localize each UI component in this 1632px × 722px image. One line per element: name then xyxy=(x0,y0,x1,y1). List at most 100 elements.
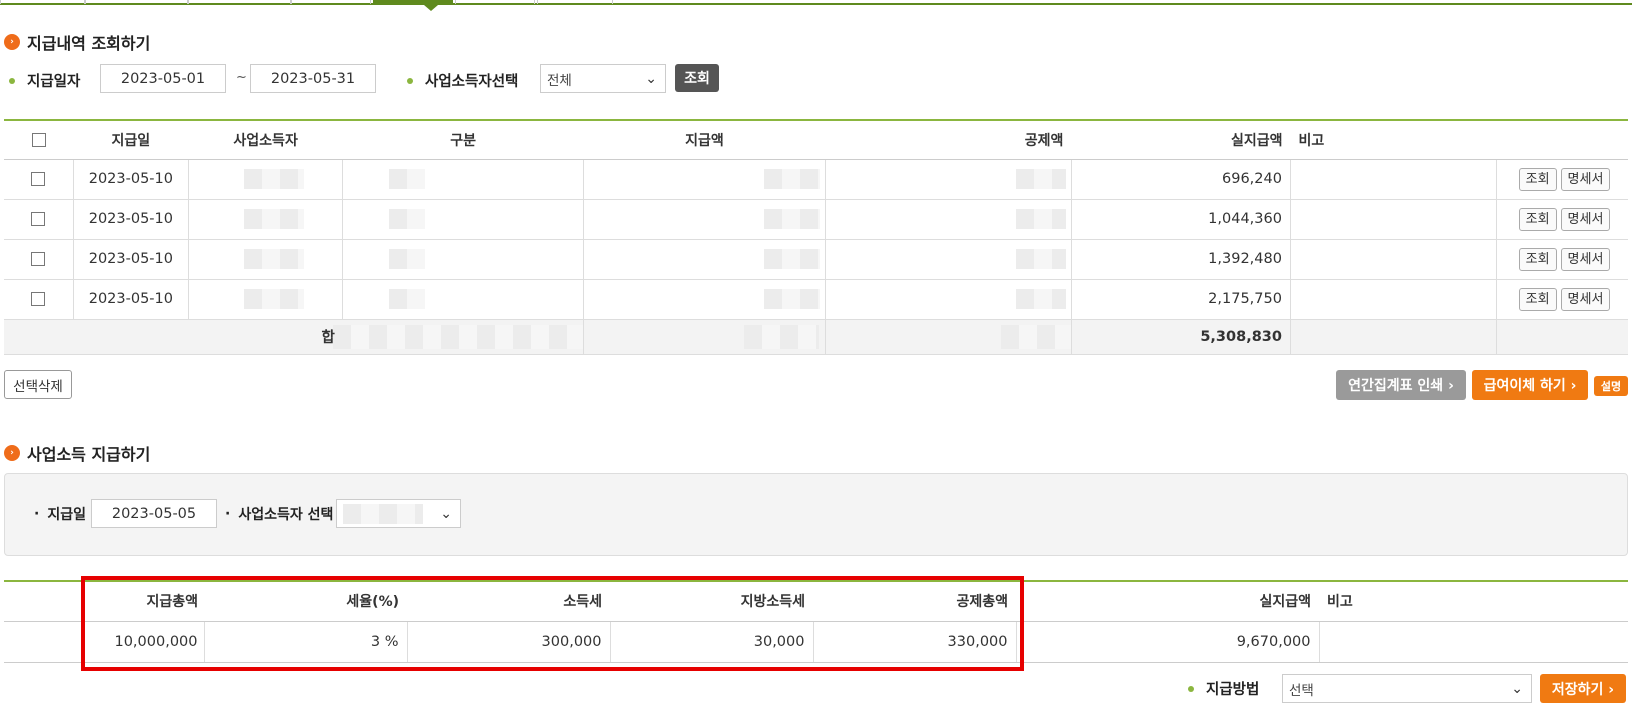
row-net: 1,044,360 xyxy=(1071,199,1291,240)
chevron-down-icon: ⌄ xyxy=(1511,680,1523,697)
chevron-right-circle-icon: › xyxy=(4,34,20,50)
calc-header-note: 비고 xyxy=(1319,582,1628,622)
salary-transfer-button[interactable]: 급여이체 하기 › xyxy=(1472,370,1588,400)
row-select-cell[interactable] xyxy=(4,239,74,280)
search-button[interactable]: 조회 xyxy=(675,64,719,92)
chevron-down-icon: ⌄ xyxy=(440,505,452,522)
sum-label: 합 xyxy=(4,319,343,355)
row-deduction-redacted xyxy=(825,239,1072,280)
date-from-input[interactable]: 2023-05-01 xyxy=(100,64,226,93)
sum-note xyxy=(1290,319,1498,355)
row-type-redacted xyxy=(342,159,584,200)
pay-earner-label-text: 사업소득자 선택 xyxy=(238,506,334,523)
row-view-button[interactable]: 조회 xyxy=(1518,207,1557,231)
row-date: 2023-05-10 xyxy=(73,159,189,200)
col-header-pay: 지급액 xyxy=(583,121,826,160)
table-row: 2023-05-10 2,175,750 조회 명세서 xyxy=(4,279,1628,320)
row-net: 2,175,750 xyxy=(1071,279,1291,320)
row-date: 2023-05-10 xyxy=(73,279,189,320)
dot-icon: · xyxy=(34,505,40,522)
col-header-earner: 사업소득자 xyxy=(188,121,343,160)
pay-earner-select[interactable]: ⌄ xyxy=(336,499,461,528)
pay-earner-label: · 사업소득자 선택 xyxy=(225,499,333,528)
row-statement-button[interactable]: 명세서 xyxy=(1560,207,1611,231)
row-note xyxy=(1290,159,1498,200)
tab-7[interactable] xyxy=(537,0,613,4)
pay-method-label-text: 지급방법 xyxy=(1206,682,1260,698)
earner-select[interactable]: 전체 ⌄ xyxy=(540,64,666,93)
pay-date-label-text: 지급일자 xyxy=(27,74,81,90)
row-pay-redacted xyxy=(583,279,826,320)
tab-2[interactable] xyxy=(85,0,188,4)
col-header-actions xyxy=(1496,121,1628,160)
select-all-checkbox[interactable] xyxy=(31,132,46,147)
row-checkbox[interactable] xyxy=(31,172,46,186)
pay-date-input[interactable]: 2023-05-05 xyxy=(91,499,217,528)
tab-1[interactable] xyxy=(0,0,85,4)
table-row: 2023-05-10 1,044,360 조회 명세서 xyxy=(4,199,1628,240)
pay-section-title: › 사업소득 지급하기 xyxy=(4,441,150,465)
active-tab-arrow-icon xyxy=(424,5,438,11)
row-actions: 조회 명세서 xyxy=(1496,199,1628,240)
earner-select-label-text: 사업소득자선택 xyxy=(425,74,519,90)
row-statement-button[interactable]: 명세서 xyxy=(1560,287,1611,311)
row-checkbox[interactable] xyxy=(31,212,46,226)
chevron-right-circle-icon: › xyxy=(4,445,20,461)
table-row: 2023-05-10 1,392,480 조회 명세서 xyxy=(4,239,1628,280)
calc-header-net: 실지급액 xyxy=(1016,582,1319,622)
table-row: 2023-05-10 696,240 조회 명세서 xyxy=(4,159,1628,200)
row-net: 1,392,480 xyxy=(1071,239,1291,280)
col-header-note: 비고 xyxy=(1290,121,1497,160)
pay-date-label: 지급일자 xyxy=(9,66,80,95)
date-to-input[interactable]: 2023-05-31 xyxy=(250,64,376,93)
row-checkbox[interactable] xyxy=(31,252,46,266)
row-earner-redacted xyxy=(188,239,344,280)
row-statement-button[interactable]: 명세서 xyxy=(1560,167,1611,191)
row-type-redacted xyxy=(342,239,584,280)
row-pay-redacted xyxy=(583,159,826,200)
row-earner-redacted xyxy=(188,279,344,320)
col-header-net: 실지급액 xyxy=(1071,121,1291,160)
calc-note-value xyxy=(1319,621,1628,663)
pay-method-select[interactable]: 선택 ⌄ xyxy=(1282,674,1532,703)
row-select-cell[interactable] xyxy=(4,159,74,200)
row-date: 2023-05-10 xyxy=(73,239,189,280)
tab-4[interactable] xyxy=(291,0,371,4)
bullet-icon xyxy=(407,77,413,84)
row-deduction-redacted xyxy=(825,199,1072,240)
row-pay-redacted xyxy=(583,199,826,240)
row-deduction-redacted xyxy=(825,159,1072,200)
earner-select-value: 전체 xyxy=(547,72,572,89)
row-select-cell[interactable] xyxy=(4,279,74,320)
sum-deduction-redacted xyxy=(825,319,1072,355)
col-header-date: 지급일 xyxy=(73,121,189,160)
row-select-cell[interactable] xyxy=(4,199,74,240)
row-actions: 조회 명세서 xyxy=(1496,159,1628,200)
row-note xyxy=(1290,239,1498,280)
annual-print-button[interactable]: 연간집계표 인쇄 › xyxy=(1336,370,1466,400)
save-button[interactable]: 저장하기 › xyxy=(1540,674,1626,703)
row-pay-redacted xyxy=(583,239,826,280)
row-earner-redacted xyxy=(188,199,344,240)
date-separator: ~ xyxy=(236,70,247,85)
sum-row: 합 5,308,830 xyxy=(4,319,1628,355)
tab-3[interactable] xyxy=(188,0,291,4)
row-statement-button[interactable]: 명세서 xyxy=(1560,247,1611,271)
select-all-cell[interactable] xyxy=(4,121,74,160)
help-badge[interactable]: 설명 xyxy=(1594,376,1628,396)
sum-actions xyxy=(1496,319,1628,355)
tab-active[interactable] xyxy=(373,0,453,4)
row-type-redacted xyxy=(342,199,584,240)
pay-date-label-text: 지급일 xyxy=(47,506,86,523)
bullet-icon xyxy=(9,77,15,84)
tab-6[interactable] xyxy=(455,0,535,4)
row-checkbox[interactable] xyxy=(31,292,46,306)
calc-blank-cell xyxy=(4,621,84,663)
row-view-button[interactable]: 조회 xyxy=(1518,167,1557,191)
sum-pay-redacted xyxy=(583,319,826,355)
row-view-button[interactable]: 조회 xyxy=(1518,287,1557,311)
row-view-button[interactable]: 조회 xyxy=(1518,247,1557,271)
payment-list-table: 지급일 사업소득자 구분 지급액 공제액 실지급액 비고 2023-05-10 … xyxy=(4,121,1628,355)
delete-selected-button[interactable]: 선택삭제 xyxy=(4,370,72,399)
pay-method-value: 선택 xyxy=(1289,682,1314,699)
